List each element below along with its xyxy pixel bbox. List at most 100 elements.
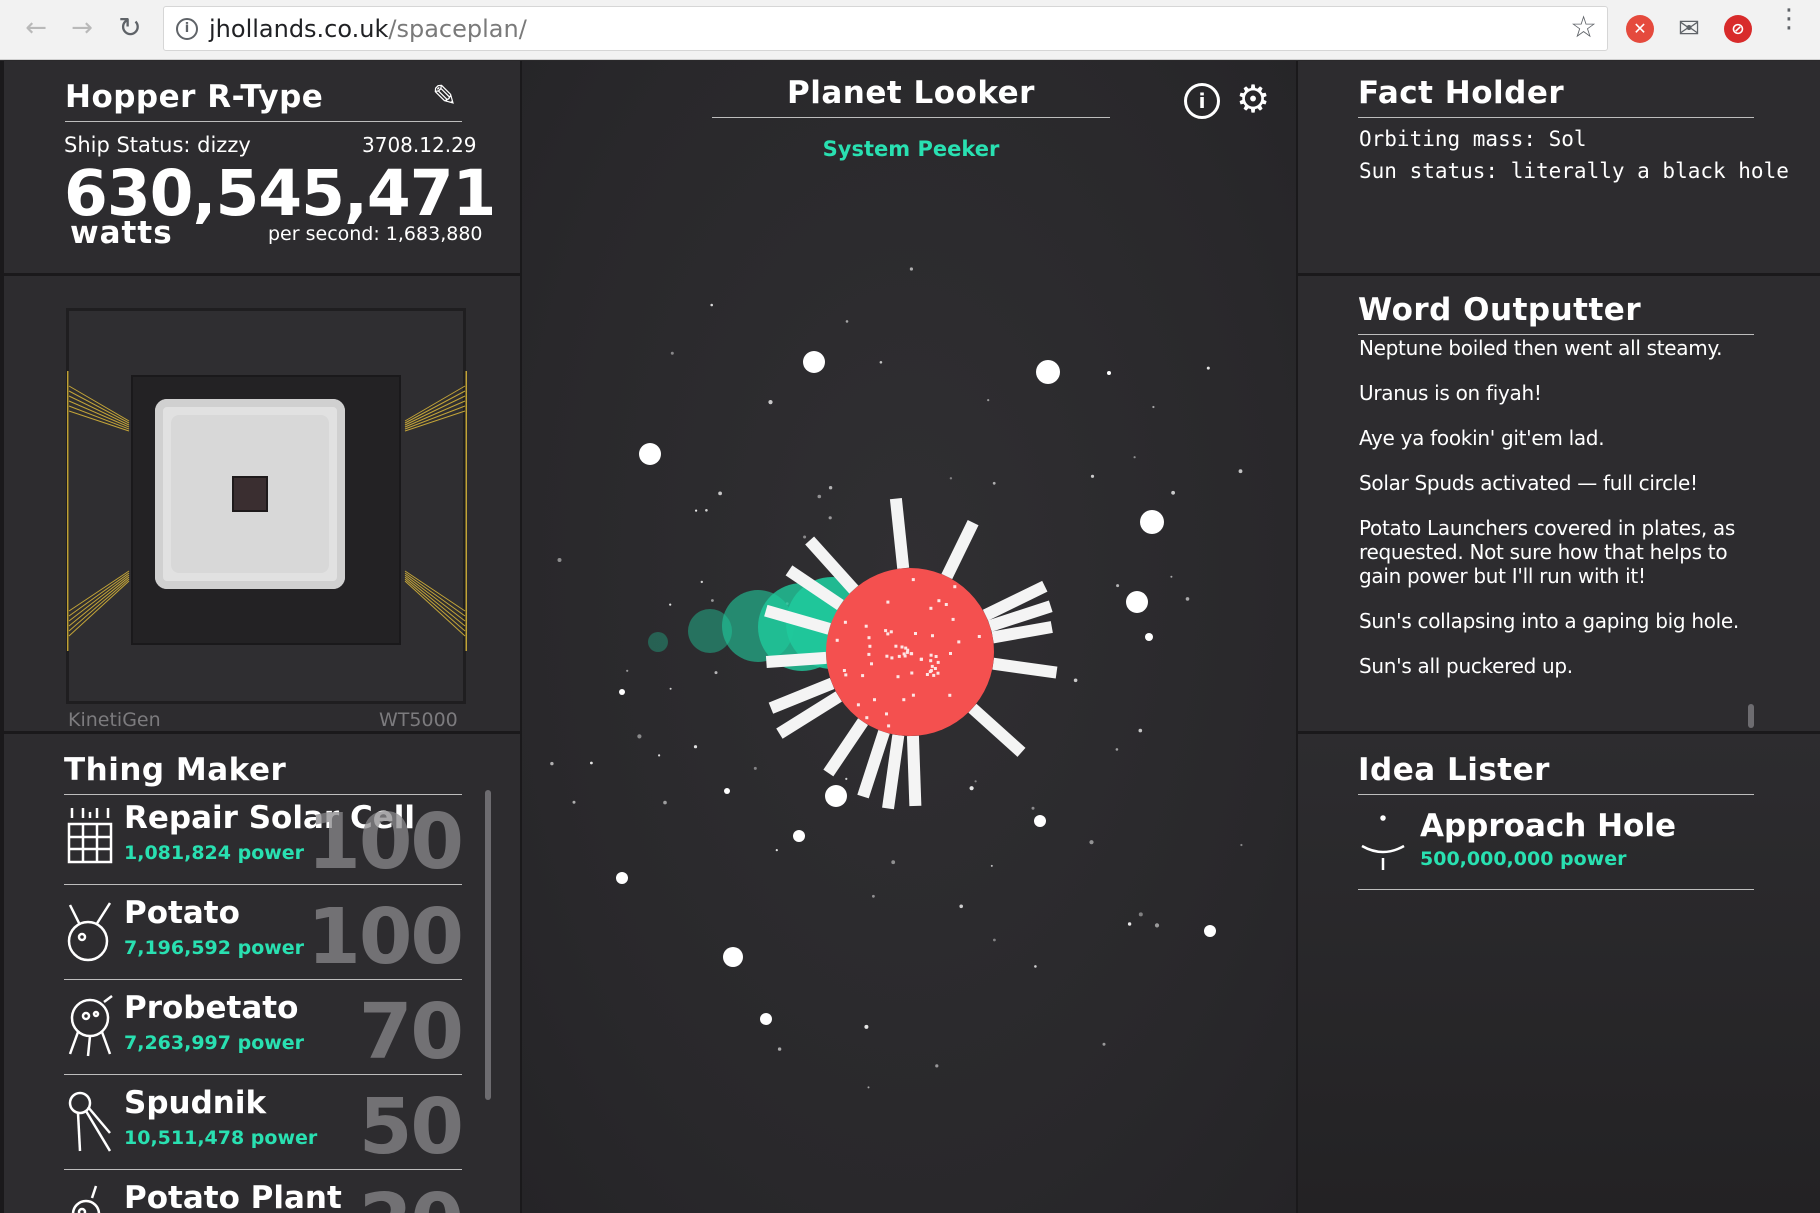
star (1115, 748, 1119, 751)
generator-face (171, 415, 329, 573)
ship-status-panel: Hopper R-Type ✎ Ship Status: dizzy 3708.… (4, 61, 520, 273)
sun-speck (910, 671, 914, 675)
generator-button[interactable] (155, 399, 345, 589)
star (959, 904, 963, 909)
address-bar[interactable]: i jhollands.co.uk/spaceplan/ ☆ (163, 6, 1608, 51)
forward-button[interactable]: → (64, 10, 100, 46)
url-text[interactable]: jhollands.co.uk/spaceplan/ (209, 15, 527, 43)
star (777, 1047, 782, 1051)
extension-1-icon[interactable]: ✕ (1626, 15, 1654, 43)
thing-item[interactable]: Potato 7,196,592 power 100 (64, 885, 464, 982)
reload-button[interactable]: ↻ (112, 10, 148, 46)
idea-item[interactable]: Approach Hole 500,000,000 power (1358, 798, 1754, 890)
star (1206, 366, 1210, 370)
browser-toolbar: ← → ↻ i jhollands.co.uk/spaceplan/ ☆ ✕ ✉… (0, 0, 1820, 60)
thing-item[interactable]: Probetato 7,263,997 power 70 (64, 980, 464, 1077)
star (864, 1024, 869, 1029)
star (1127, 922, 1132, 926)
fact-line: Orbiting mass: Sol (1359, 127, 1587, 151)
sun-speck (957, 640, 961, 644)
thing-name: Potato Plant (124, 1180, 342, 1213)
thing-cost: 7,196,592 power (124, 937, 305, 959)
sun-speck (953, 585, 957, 589)
star (828, 516, 832, 520)
star (1185, 597, 1190, 601)
browser-menu-icon[interactable]: ⋮ (1776, 6, 1802, 44)
ship-name: Hopper R-Type (65, 79, 462, 122)
site-info-icon[interactable]: i (176, 18, 198, 40)
planet-looker-panel: Planet Looker System Peeker i ⚙ (522, 61, 1296, 1213)
sun-speck (835, 638, 839, 642)
star (974, 780, 977, 783)
thing-item[interactable]: Potato Plant 20 (64, 1170, 464, 1213)
thing-maker-scrollbar[interactable] (485, 790, 491, 1100)
sun-speck (897, 654, 901, 658)
star (1170, 575, 1173, 578)
thing-item[interactable]: Spudnik 10,511,478 power 50 (64, 1075, 464, 1172)
sun-speck (894, 644, 898, 648)
star (845, 320, 849, 323)
sun-speck (932, 673, 936, 677)
star (557, 558, 562, 562)
star (803, 535, 807, 539)
log-message: Solar Spuds activated — full circle! (1359, 471, 1698, 495)
system-peeker-link[interactable]: System Peeker (712, 137, 1110, 161)
planet (825, 785, 847, 807)
right-wires-icon (404, 371, 467, 651)
sun-speck (902, 652, 906, 656)
fact-holder-panel: Fact Holder Orbiting mass: Sol Sun statu… (1298, 61, 1820, 273)
star (891, 860, 896, 865)
sun-speck (929, 606, 933, 610)
planet (1204, 925, 1216, 937)
plant-icon (71, 1185, 101, 1213)
sun-speck (873, 698, 876, 702)
back-button[interactable]: ← (18, 10, 54, 46)
planet-looker-title: Planet Looker (712, 75, 1110, 118)
sun-speck (864, 624, 868, 628)
mail-extension-icon[interactable]: ✉ (1675, 15, 1703, 43)
sun-speck (890, 656, 894, 660)
star (695, 509, 698, 512)
star (1090, 474, 1095, 478)
sun-speck (937, 599, 941, 603)
thing-name: Spudnik (124, 1085, 267, 1121)
star (590, 761, 593, 765)
sun[interactable] (826, 568, 994, 736)
star (711, 599, 714, 602)
log-scrollbar[interactable] (1748, 704, 1754, 728)
settings-gear-icon[interactable]: ⚙ (1236, 79, 1270, 119)
sun-speck (951, 617, 955, 621)
star (1171, 490, 1175, 495)
star (909, 267, 913, 271)
thing-item[interactable]: Repair Solar Cell 1,081,824 power 100 (64, 790, 464, 887)
thing-count: 20 (359, 1178, 464, 1213)
generator-model: WT5000 (379, 709, 458, 731)
thing-count: 70 (358, 988, 464, 1077)
log-message: Aye ya fookin' git'em lad. (1359, 426, 1605, 450)
info-icon[interactable]: i (1184, 83, 1220, 119)
planet (1107, 371, 1111, 375)
thing-name: Potato (124, 895, 240, 931)
sun-speck (902, 698, 906, 702)
star (1116, 584, 1120, 588)
star (718, 491, 722, 496)
sun-speck (977, 635, 981, 638)
sun-speck (885, 654, 889, 658)
star (1089, 840, 1094, 845)
bookmark-star-icon[interactable]: ☆ (1570, 12, 1597, 44)
thing-maker-panel: Thing Maker Repair Solar Cell 1,081,824 … (4, 734, 520, 1213)
extension-3-icon[interactable]: ⊘ (1724, 15, 1752, 43)
star (705, 509, 708, 512)
star (1138, 912, 1143, 917)
star (1154, 923, 1160, 928)
sun-speck (867, 652, 871, 656)
star (572, 800, 576, 804)
planet (1145, 633, 1153, 641)
url-host: jhollands.co.uk (209, 15, 389, 43)
word-outputter-title: Word Outputter (1358, 292, 1754, 335)
star (1073, 678, 1078, 683)
sun-speck (865, 716, 869, 720)
sun-speck (930, 664, 934, 668)
star (867, 1086, 870, 1089)
edit-pencil-icon[interactable]: ✎ (432, 81, 457, 113)
